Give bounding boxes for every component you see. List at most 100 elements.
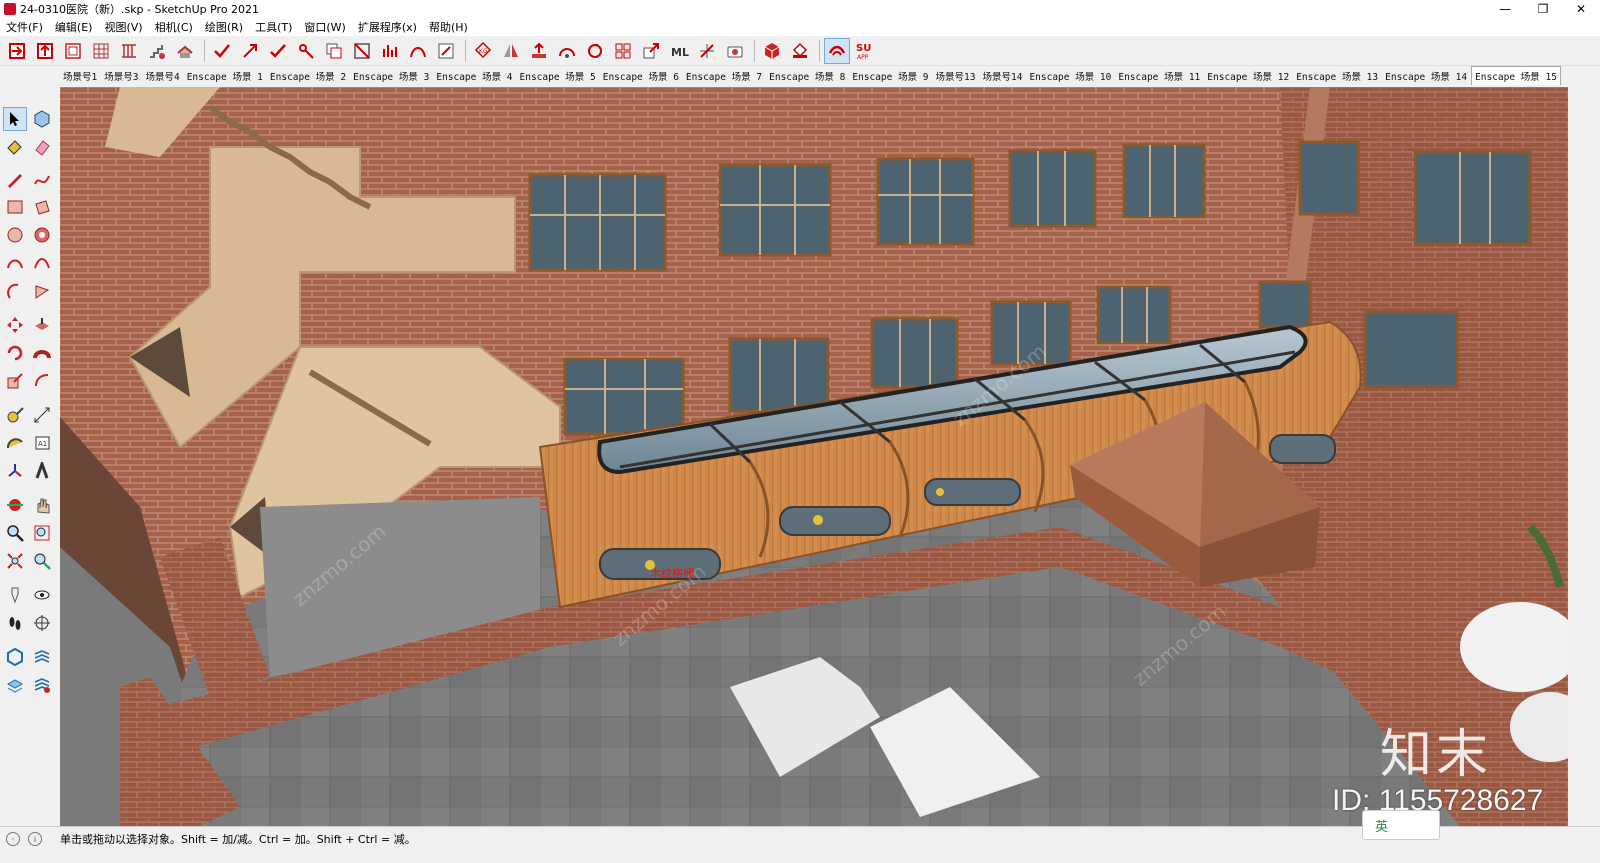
info-icon[interactable]: i	[28, 832, 42, 846]
3d-viewport[interactable]: znzmo.com znzmo.com znzmo.com znzmo.com …	[60, 87, 1568, 826]
menu-tools[interactable]: 工具(T)	[249, 19, 298, 35]
sandbox-contours-icon[interactable]	[3, 645, 27, 669]
scene-tab[interactable]: Enscape 场景 4	[433, 67, 515, 85]
sandbox-scratch-icon[interactable]	[30, 645, 54, 669]
rectangle-icon[interactable]	[3, 195, 27, 219]
menu-edit[interactable]: 编辑(E)	[49, 19, 99, 35]
offset-icon[interactable]	[30, 369, 54, 393]
zoom-window-icon[interactable]	[30, 521, 54, 545]
scene-tab[interactable]: Enscape 场景 14	[1382, 67, 1470, 85]
freehand-icon[interactable]	[30, 167, 54, 191]
menu-window[interactable]: 窗口(W)	[298, 19, 351, 35]
menu-file[interactable]: 文件(F)	[0, 19, 49, 35]
scene-tab-active[interactable]: Enscape 场景 15	[1471, 66, 1561, 85]
axes-icon[interactable]	[3, 459, 27, 483]
look-around-icon[interactable]	[30, 583, 54, 607]
select-arrow-tool-icon[interactable]	[237, 38, 263, 64]
eraser-icon[interactable]	[30, 135, 54, 159]
su-app-icon[interactable]: SU APP	[852, 38, 878, 64]
scene-tab[interactable]: Enscape 场景 11	[1115, 67, 1203, 85]
menu-view[interactable]: 视图(V)	[98, 19, 148, 35]
section-plane-icon[interactable]	[30, 611, 54, 635]
kg-tool-icon[interactable]: KG	[470, 38, 496, 64]
three-point-arc-icon[interactable]	[3, 279, 27, 303]
scene-tab[interactable]: Enscape 场景 13	[1293, 67, 1381, 85]
close-button[interactable]: ✕	[1562, 0, 1600, 18]
scene-tab[interactable]: Enscape 场景 6	[600, 67, 682, 85]
rotate-icon[interactable]	[3, 341, 27, 365]
paint-bucket-icon[interactable]	[3, 135, 27, 159]
menu-draw[interactable]: 绘图(R)	[199, 19, 249, 35]
walk-icon[interactable]	[3, 611, 27, 635]
scene-tab[interactable]: Enscape 场景 9	[849, 67, 931, 85]
dimension-icon[interactable]	[30, 403, 54, 427]
scene-tab[interactable]: 场景号14	[979, 67, 1025, 85]
roof-tool-icon[interactable]	[172, 38, 198, 64]
zoom-icon[interactable]	[3, 521, 27, 545]
polygon-icon[interactable]	[30, 223, 54, 247]
maximize-button[interactable]: ❐	[1524, 0, 1562, 18]
scale-icon[interactable]	[3, 369, 27, 393]
arc-icon[interactable]	[3, 251, 27, 275]
push-tool-icon[interactable]	[526, 38, 552, 64]
scene-tab[interactable]: Enscape 场景 10	[1026, 67, 1114, 85]
position-camera-icon[interactable]	[3, 583, 27, 607]
layout-icon[interactable]	[60, 38, 86, 64]
sandbox-drape-icon[interactable]	[30, 673, 54, 697]
previous-view-icon[interactable]	[30, 549, 54, 573]
measure-tool-icon[interactable]	[293, 38, 319, 64]
axis-tool-icon[interactable]	[694, 38, 720, 64]
bars-tool-icon[interactable]	[377, 38, 403, 64]
scene-tab[interactable]: 场景号3	[101, 67, 141, 85]
menu-extensions[interactable]: 扩展程序(x)	[352, 19, 423, 35]
import-icon[interactable]	[4, 38, 30, 64]
protractor-icon[interactable]	[3, 431, 27, 455]
scene-tab[interactable]: Enscape 场景 7	[683, 67, 765, 85]
check-plus-icon[interactable]	[265, 38, 291, 64]
text-icon[interactable]: A1	[30, 431, 54, 455]
grid-icon[interactable]	[88, 38, 114, 64]
scene-tab[interactable]: Enscape 场景 12	[1204, 67, 1292, 85]
stairs-tool-icon[interactable]	[144, 38, 170, 64]
ime-indicator[interactable]: 英	[1362, 810, 1440, 840]
move-icon[interactable]	[3, 313, 27, 337]
camera-tool-icon[interactable]	[722, 38, 748, 64]
array-tool-icon[interactable]	[610, 38, 636, 64]
paint-bucket-icon[interactable]	[787, 38, 813, 64]
warehouse-icon[interactable]	[824, 37, 850, 64]
make-component-icon[interactable]	[30, 107, 54, 131]
two-point-arc-icon[interactable]	[30, 251, 54, 275]
menu-help[interactable]: 帮助(H)	[423, 19, 474, 35]
follow-me-icon[interactable]	[30, 341, 54, 365]
rotate-tool-icon[interactable]	[582, 38, 608, 64]
mirror-tool-icon[interactable]	[498, 38, 524, 64]
rotated-rectangle-icon[interactable]	[30, 195, 54, 219]
menu-camera[interactable]: 相机(C)	[149, 19, 199, 35]
columns-icon[interactable]	[116, 38, 142, 64]
scene-tab[interactable]: 场景号13	[933, 67, 979, 85]
sandbox-stamp-icon[interactable]	[3, 673, 27, 697]
zoom-frame-icon[interactable]	[433, 38, 459, 64]
curve-tool-icon[interactable]	[405, 38, 431, 64]
solid-box-icon[interactable]	[759, 38, 785, 64]
zoom-extents-icon[interactable]	[3, 549, 27, 573]
geo-location-icon[interactable]: ◦	[6, 832, 20, 846]
scale-tool-icon[interactable]	[638, 38, 664, 64]
pie-icon[interactable]	[30, 279, 54, 303]
scene-tab[interactable]: 场景号1	[60, 67, 100, 85]
3d-text-icon[interactable]	[30, 459, 54, 483]
circle-icon[interactable]	[3, 223, 27, 247]
ml-tool-icon[interactable]: ML	[666, 38, 692, 64]
copy-tool-icon[interactable]	[321, 38, 347, 64]
scene-tab[interactable]: Enscape 场景 2	[267, 67, 349, 85]
select-arrow-icon[interactable]	[3, 107, 27, 131]
scene-tab[interactable]: 场景号4	[142, 67, 182, 85]
pan-hand-icon[interactable]	[30, 493, 54, 517]
arc-tool-icon[interactable]	[554, 38, 580, 64]
push-pull-icon[interactable]	[30, 313, 54, 337]
check-tool-icon[interactable]	[209, 38, 235, 64]
scene-tab[interactable]: Enscape 场景 8	[766, 67, 848, 85]
tape-measure-icon[interactable]	[3, 403, 27, 427]
scene-tab[interactable]: Enscape 场景 1	[184, 67, 266, 85]
scene-tab[interactable]: Enscape 场景 5	[517, 67, 599, 85]
